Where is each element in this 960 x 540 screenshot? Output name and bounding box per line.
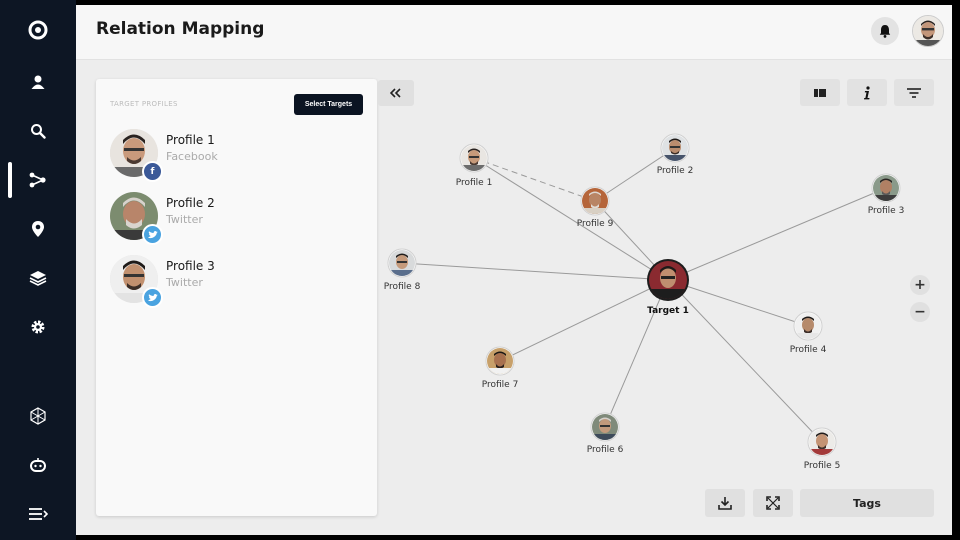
layout-button[interactable]: [800, 79, 840, 106]
sidebar-item-layers[interactable]: [0, 256, 76, 300]
profile-name: Profile 1: [166, 133, 215, 147]
sidebar-item-relations[interactable]: [0, 158, 76, 202]
sidebar-item-location[interactable]: [0, 207, 76, 251]
layout-icon: [814, 88, 826, 97]
tags-label: Tags: [853, 496, 881, 510]
node-label: Profile 7: [482, 380, 519, 390]
target-profiles-panel: TARGET PROFILES Select Targets f Profile…: [96, 79, 377, 516]
collapse-panel-button[interactable]: [378, 80, 414, 106]
sidebar-item-bot[interactable]: [0, 443, 76, 487]
select-targets-button[interactable]: Select Targets: [294, 94, 363, 115]
zoom-out-button[interactable]: −: [910, 302, 930, 322]
graph-node-profile-6[interactable]: Profile 6: [587, 412, 624, 455]
logo-button[interactable]: [0, 8, 76, 52]
profile-name: Profile 3: [166, 259, 215, 273]
profile-item[interactable]: Profile 3 Twitter: [110, 255, 360, 308]
info-button[interactable]: [847, 79, 887, 106]
facebook-icon: f: [142, 161, 163, 182]
fullscreen-button[interactable]: [753, 489, 793, 517]
node-label: Profile 1: [456, 178, 493, 188]
sidebar-item-search[interactable]: [0, 109, 76, 153]
gear-icon: [31, 320, 45, 334]
graph-node-profile-3[interactable]: Profile 3: [868, 173, 905, 216]
info-icon: [864, 85, 870, 99]
graph-node-profile-4[interactable]: Profile 4: [790, 311, 827, 355]
layers-icon: [29, 271, 47, 286]
sidebar-item-profile[interactable]: [0, 60, 76, 104]
graph-node-target-1[interactable]: Target 1: [647, 259, 689, 316]
node-label: Profile 6: [587, 445, 624, 455]
filter-icon: [907, 87, 921, 98]
header: Relation Mapping: [76, 5, 952, 60]
user-avatar[interactable]: [912, 15, 944, 47]
node-label: Profile 3: [868, 206, 905, 216]
location-icon: [32, 221, 44, 237]
graph-node-profile-5[interactable]: Profile 5: [804, 427, 841, 471]
twitter-icon: [142, 224, 163, 245]
search-icon: [31, 124, 46, 139]
profile-name: Profile 2: [166, 196, 215, 210]
node-label: Profile 9: [577, 219, 614, 229]
relations-icon: [29, 172, 46, 188]
panel-label: TARGET PROFILES: [110, 100, 178, 108]
profile-source: Twitter: [166, 213, 203, 226]
sidebar-item-network[interactable]: [0, 394, 76, 438]
node-label: Profile 4: [790, 345, 827, 355]
graph-node-profile-2[interactable]: Profile 2: [657, 133, 694, 176]
sidebar: [0, 0, 76, 540]
graph-node-profile-9[interactable]: Profile 9: [577, 186, 614, 229]
tags-button[interactable]: Tags: [800, 489, 934, 517]
filter-button[interactable]: [894, 79, 934, 106]
target-label: Target 1: [647, 306, 689, 316]
menu-icon: [29, 508, 48, 520]
download-button[interactable]: [705, 489, 745, 517]
sidebar-item-settings[interactable]: [0, 305, 76, 349]
profile-source: Facebook: [166, 150, 218, 163]
page-title: Relation Mapping: [96, 19, 265, 39]
sidebar-item-menu[interactable]: [0, 492, 76, 536]
twitter-icon: [142, 287, 163, 308]
bot-icon: [30, 458, 46, 472]
zoom-in-button[interactable]: +: [910, 275, 930, 295]
graph-node-profile-8[interactable]: Profile 8: [384, 248, 421, 292]
profile-item[interactable]: Profile 2 Twitter: [110, 192, 360, 245]
bell-icon: [879, 25, 891, 38]
expand-icon: [766, 496, 780, 510]
user-icon: [31, 75, 45, 89]
node-label: Profile 2: [657, 166, 694, 176]
node-label: Profile 5: [804, 461, 841, 471]
network-icon: [30, 407, 46, 425]
logo-icon: [28, 20, 48, 40]
graph-edges: [401, 147, 887, 443]
node-label: Profile 8: [384, 282, 421, 292]
main-area: Profile 1 Profile 2 Profile 3 Profile 4 …: [76, 5, 952, 535]
double-chevron-left-icon: [390, 88, 401, 98]
graph-node-profile-7[interactable]: Profile 7: [482, 346, 519, 390]
profile-item[interactable]: f Profile 1 Facebook: [110, 129, 360, 182]
profile-source: Twitter: [166, 276, 203, 289]
download-icon: [718, 497, 732, 510]
avatar: [913, 16, 943, 46]
notifications-button[interactable]: [871, 17, 899, 45]
